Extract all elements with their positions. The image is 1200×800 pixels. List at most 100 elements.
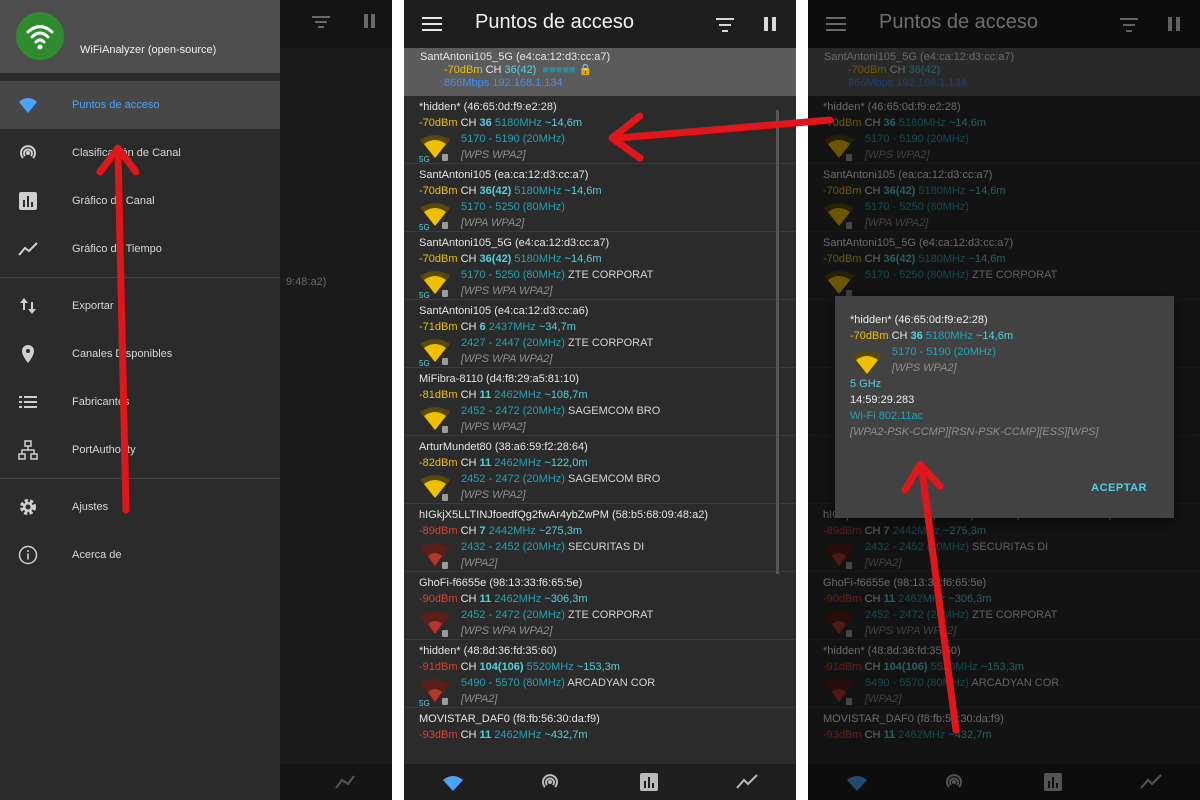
frequency-range: 5170 - 5190 (20MHz) [461, 133, 565, 145]
access-point-row[interactable]: hIGkjX5LLTINJfoedfQg2fwAr4ybZwPM (58:b5:… [404, 504, 796, 572]
channel-number: 36(42) [479, 185, 512, 197]
wifi-icon[interactable] [442, 774, 464, 792]
distance: ~14,6m [564, 185, 602, 197]
drawer-divider [0, 277, 280, 278]
access-point-row[interactable]: *hidden* (46:65:0d:f9:e2:28) -70dBm CH 36… [404, 96, 796, 164]
wifi-icon [19, 98, 37, 113]
access-point-row[interactable]: SantAntoni105_5G (e4:ca:12:d3:cc:a7) -70d… [404, 232, 796, 300]
access-point-row[interactable]: ArturMundet80 (38:a6:59:f2:28:64) -82dBm … [404, 436, 796, 504]
appbar-remnant [280, 0, 392, 48]
drawer-item-ajustes[interactable]: Ajustes [0, 483, 280, 531]
navigation-drawer: WiFiAnalyzer (open-source) Puntos de acc… [0, 0, 280, 800]
signal-row: -71dBm CH 6 2437MHz ~34,7m [419, 319, 796, 335]
drawer-item-grafico-tiempo[interactable]: Gráfico de Tiempo [0, 225, 280, 273]
frequency: 2462MHz [494, 457, 542, 469]
signal-strength-icon: 5G [419, 679, 450, 708]
antenna-icon [20, 145, 36, 159]
frequency: 5520MHz [526, 661, 574, 673]
network-icon [18, 440, 38, 460]
frequency-range: 5490 - 5570 (80MHz) [461, 677, 565, 689]
range-row: 5170 - 5250 (80MHz) [419, 199, 796, 215]
menu-icon[interactable] [422, 13, 442, 35]
channel-label: CH [485, 64, 502, 76]
security-capabilities: [WPA WPA2] [461, 217, 525, 229]
connected-ssid: SantAntoni105_5G (e4:ca:12:d3:cc:a7) [420, 51, 611, 63]
frequency-range: 2427 - 2447 (20MHz) [461, 337, 565, 349]
frequency-range: 5170 - 5190 (20MHz) [892, 346, 996, 358]
drawer-item-puntos-de-acceso[interactable]: Puntos de acceso [0, 81, 280, 129]
vendor: ARCADYAN COR [567, 677, 656, 689]
signal-row: -70dBm CH 36(42) 5180MHz ~14,6m [419, 183, 796, 199]
antenna-icon[interactable] [540, 772, 560, 792]
timestamp: 14:59:29.283 [850, 394, 915, 406]
svg-text:5G: 5G [419, 291, 430, 300]
range-row: 2452 - 2472 (20MHz) SAGEMCOM BRO [419, 403, 796, 419]
signal-level: -90dBm [419, 593, 458, 605]
channel-number: 104(106) [479, 661, 524, 673]
connected-speed-ip: 866Mbps 192.168.1.134 [444, 77, 563, 89]
access-point-row[interactable]: SantAntoni105 (ea:ca:12:d3:cc:a7) -70dBm … [404, 164, 796, 232]
filter-icon[interactable] [716, 14, 734, 34]
access-point-row[interactable]: MiFibra-8110 (d4:f8:29:a5:81:10) -81dBm C… [404, 368, 796, 436]
distance: ~14,6m [564, 253, 602, 265]
ssid-mac: GhoFi-f6655e (98:13:33:f6:65:5e) [419, 577, 583, 589]
ssid-mac: SantAntoni105_5G (e4:ca:12:d3:cc:a7) [419, 237, 610, 249]
drawer-item-exportar[interactable]: Exportar [0, 282, 280, 330]
accept-button[interactable]: ACEPTAR [1091, 480, 1147, 496]
security-capabilities: [WPS WPA WPA2] [461, 353, 553, 365]
signal-row: -70dBm CH 36 5180MHz ~14,6m [419, 115, 796, 131]
distance: ~14,6m [976, 330, 1013, 342]
signal-level: -81dBm [419, 389, 458, 401]
signal-level: -89dBm [419, 525, 458, 537]
scrollbar[interactable] [776, 110, 779, 574]
channel-number: 11 [479, 389, 492, 401]
ssid-mac: *hidden* (46:65:0d:f9:e2:28) [419, 101, 557, 113]
background-mac-fragment: 9:48:a2) [286, 276, 327, 288]
page-title: Puntos de acceso [475, 11, 634, 33]
distance: ~122,0m [544, 457, 588, 469]
access-point-row[interactable]: GhoFi-f6655e (98:13:33:f6:65:5e) -90dBm C… [404, 572, 796, 640]
screen-navigation-drawer: 9:48:a2) WiFiAnalyzer (open-source) Punt… [0, 0, 392, 800]
info-icon [18, 545, 38, 565]
signal-row: -91dBm CH 104(106) 5520MHz ~153,3m [419, 659, 796, 675]
frequency: 5180MHz [514, 253, 562, 265]
frequency: 5180MHz [514, 185, 562, 197]
channel-number: 36(42) [504, 64, 537, 76]
distance: ~14,6m [545, 117, 582, 129]
range-row: 5170 - 5190 (20MHz) [419, 131, 796, 147]
drawer-item-portauthority[interactable]: PortAuthority [0, 426, 280, 474]
channel-label: CH [891, 330, 908, 342]
bottom-navigation [404, 764, 796, 800]
channel-label: CH [460, 661, 477, 673]
frequency-range: 2452 - 2472 (20MHz) [461, 405, 565, 417]
access-point-row[interactable]: SantAntoni105 (e4:ca:12:d3:cc:a6) -71dBm … [404, 300, 796, 368]
frequency-range: 5170 - 5250 (80MHz) [461, 269, 565, 281]
dialog-signal-row: -70dBm CH 36 5180MHz ~14,6m [850, 328, 1174, 344]
connected-network-card[interactable]: SantAntoni105_5G (e4:ca:12:d3:cc:a7) -70… [404, 48, 796, 96]
range-row: 2452 - 2472 (20MHz) SAGEMCOM BRO [419, 471, 796, 487]
range-row: 2452 - 2472 (20MHz) ZTE CORPORAT [419, 607, 796, 623]
security-capabilities: [WPS WPA2] [461, 421, 526, 433]
frequency: 2462MHz [494, 389, 542, 401]
signal-row: -89dBm CH 7 2442MHz ~275,3m [419, 523, 796, 539]
drawer-item-fabricantes[interactable]: Fabricantes [0, 378, 280, 426]
signal-row: -81dBm CH 11 2462MHz ~108,7m [419, 387, 796, 403]
dimmed-list-background: 9:48:a2) [280, 0, 392, 800]
app-bar: Puntos de acceso [404, 0, 796, 48]
drawer-item-acerca-de[interactable]: Acerca de [0, 531, 280, 579]
drawer-item-canales-disponibles[interactable]: Canales Disponibles [0, 330, 280, 378]
frequency: 5180MHz [925, 330, 973, 342]
drawer-item-label: Fabricantes [72, 396, 130, 408]
channel-label: CH [460, 389, 477, 401]
channel-label: CH [460, 525, 477, 537]
line-chart-icon[interactable] [736, 772, 758, 792]
bar-chart-icon[interactable] [639, 772, 659, 792]
access-point-row[interactable]: *hidden* (48:8d:36:fd:35:60) -91dBm CH 10… [404, 640, 796, 708]
pause-icon[interactable] [762, 13, 778, 35]
vendor: SAGEMCOM BRO [568, 473, 661, 485]
signal-strength-icon: 5G [419, 203, 450, 232]
drawer-item-grafico-canal[interactable]: Gráfico de Canal [0, 177, 280, 225]
signal-strength-icon [852, 351, 882, 374]
channel-label: CH [460, 117, 477, 129]
drawer-item-clasificacion-canal[interactable]: Clasificación de Canal [0, 129, 280, 177]
